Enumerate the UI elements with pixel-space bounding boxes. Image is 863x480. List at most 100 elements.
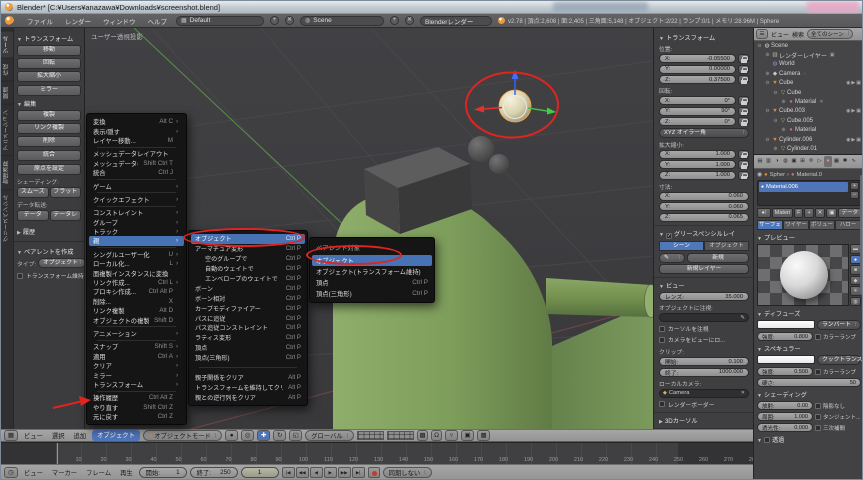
keep-transform-checkbox[interactable] [17,273,23,279]
clip-end-field[interactable]: 終了:1000.000 [659,368,749,377]
panel-header-transform-n[interactable]: ▼トランスフォーム [659,33,749,42]
edit-button[interactable]: 複製 [17,110,81,121]
material-type-tab[interactable]: ボリュー [809,220,835,230]
object-menu-item[interactable]: オブジェクトの複製 Shift D [87,315,186,324]
shading-button[interactable]: フラット [50,187,82,198]
panel-header-shading[interactable]: ▼シェーディング [757,390,861,399]
dimension-field[interactable]: X:0.060 [659,192,749,201]
lock-icon[interactable] [738,96,749,105]
scale-field[interactable]: X:1.000 [659,150,736,159]
timeline-marker-menu[interactable]: マーカー [49,468,80,477]
panel-header-3d-cursor[interactable]: ▶3Dカーソル [659,416,749,425]
object-menu-item[interactable]: やり直す Shift Ctrl Z [87,403,186,412]
location-field[interactable]: X:-0.05500 [659,54,736,63]
data-transfer-button[interactable]: データレ [50,210,82,221]
blender-menu-icon[interactable] [5,16,14,25]
transport-button[interactable]: ◀ [310,467,323,478]
outliner-row[interactable]: ⊕ ● Material ✕ [754,97,863,106]
outliner-row[interactable]: ⊖ ▼ Cube.003 ◉▶▣ [754,107,863,116]
add-scene-button[interactable]: + [390,16,399,25]
toolshelf-tab[interactable]: 物理演算 [1,155,13,189]
set-parent-option[interactable]: オブジェクト [312,255,432,266]
object-menu-item[interactable]: 元に戻す Ctrl Z [87,412,186,421]
expander-icon[interactable]: ⊖ [764,108,771,114]
object-menu-item[interactable]: コンストレイント › [87,208,186,217]
panel-header-view[interactable]: ▼ビュー [659,281,749,290]
transparency-checkbox[interactable] [764,437,770,443]
material-type-tab[interactable]: サーフェ [757,220,783,230]
preview-type-button[interactable]: ◍ [850,297,861,307]
parent-submenu-item[interactable]: パス追従コンストレイント Ctrl P [189,323,307,333]
object-menu-item[interactable]: クリア › [87,361,186,370]
parent-submenu-item[interactable]: 親との逆行列をクリア Alt P [189,392,307,402]
eyedropper-icon[interactable]: ✎ [740,315,745,321]
close-layout-button[interactable]: ✕ [285,16,294,25]
translucency-slider[interactable]: 透光性:0.000 [757,423,813,432]
browse-material-dropdown[interactable]: ●⁞ [757,208,771,218]
lock-icon[interactable] [738,171,749,180]
layer-buttons-group-2[interactable] [387,431,414,440]
hardness-slider[interactable]: 硬さ:50 [757,378,861,387]
object-menu-item[interactable]: メッシュデータレイアウトを転送 [87,149,186,158]
properties-tab-icon[interactable]: ◑ [773,156,781,167]
visibility-icons[interactable]: ◉▶▣ [846,137,862,143]
viewport-shading-dropdown[interactable]: ● [225,430,238,441]
object-menu-item[interactable]: プロキシ作成... Ctrl Alt P [87,287,186,296]
object-menu-item[interactable]: リンク複製 Alt D [87,306,186,315]
panel-header-edit[interactable]: ▼編集 [17,99,81,108]
outliner-row[interactable]: ◍ World [754,60,863,69]
outliner-row[interactable]: ⊕ ◆ Camera ◌ [754,69,863,78]
location-field[interactable]: Y:0.00000 [659,65,736,74]
transport-button[interactable]: ▶| [352,467,365,478]
object-menu-item[interactable]: シングルユーザー化 U › [87,250,186,259]
object-menu-item[interactable]: グループ › [87,218,186,227]
menu-help[interactable]: ヘルプ [145,16,171,26]
transport-button[interactable]: ▶ [324,467,337,478]
menu-render[interactable]: レンダー [62,16,94,26]
parent-submenu-item[interactable] [189,363,307,373]
parent-submenu-item[interactable]: オブジェクト Ctrl P [191,234,305,244]
outliner-row[interactable]: ⊕ ▥ レンダーレイヤー ▣ [754,50,863,59]
fake-user-button[interactable]: F [794,208,803,218]
snap-magnet-icon[interactable]: Ω [431,430,442,441]
parent-submenu-item[interactable]: トランスフォームを維持してクリア Alt P [189,382,307,392]
outliner-row[interactable]: ⊖ ▼ Cylinder.006 ◉▶▣ [754,135,863,144]
scale-field[interactable]: Y:1.000 [659,160,736,169]
menu-window[interactable]: ウィンドウ [100,16,139,26]
properties-tab-icon[interactable]: ✢ [807,156,815,167]
local-camera-field[interactable]: ◆ Camera ✕ [659,389,749,398]
gp-tab-object[interactable]: オブジェクト [704,241,749,251]
lock-layers-icon[interactable]: ▩ [417,430,428,441]
expander-icon[interactable]: ⊖ [764,80,771,86]
visibility-icons[interactable]: ◉▶▣ [846,80,862,86]
transform-button[interactable]: 拡大縮小 [17,71,81,82]
parent-submenu-item[interactable]: アーマチュア変形 Ctrl P [189,244,307,254]
redacted-window-controls[interactable] [807,1,859,13]
timeline-editor-type-button[interactable]: ◷ [4,467,18,478]
expander-icon[interactable]: ⊕ [764,52,771,58]
expander-icon[interactable]: ⊕ [772,146,779,152]
material-slot-selected[interactable]: ● Material.006 [759,182,848,192]
properties-tab-icon[interactable]: ▤ [756,156,764,167]
object-menu-item[interactable]: ゲーム › [87,181,186,190]
parent-submenu-item[interactable]: 頂点 Ctrl P [189,343,307,353]
toolshelf-tab[interactable]: 関連 [1,81,13,104]
parent-submenu-item[interactable]: 頂点(三角形) Ctrl P [189,353,307,363]
parent-submenu-item[interactable]: 空のグループで Ctrl P [189,254,307,264]
object-menu-item[interactable]: メッシュデータの転送 Shift Ctrl T [87,159,186,168]
lock-object-field[interactable]: ✎ [659,313,749,322]
specular-intensity-slider[interactable]: 強度:0.500 [757,367,813,376]
outliner-row[interactable]: ⊖ ▽ Cube.005 [754,116,863,125]
diffuse-intensity-slider[interactable]: 強度:0.800 [757,332,813,341]
lock-icon[interactable] [738,65,749,74]
visibility-icons[interactable]: ◉▶▣ [846,108,862,114]
diffuse-shader-dropdown[interactable]: ランバート [817,320,861,330]
material-name-field[interactable]: Materi [772,208,793,218]
edit-button[interactable]: 削除 [17,136,81,147]
join-button[interactable]: 統合 [17,150,81,161]
properties-tab-icon[interactable]: ▦ [833,156,841,167]
screen-layout-selector[interactable]: ▦ Default [176,16,264,26]
cubic-checkbox[interactable] [815,425,821,431]
expander-icon[interactable]: ⊖ [772,90,779,96]
parent-submenu-item[interactable]: ラティス変形 Ctrl P [189,333,307,343]
